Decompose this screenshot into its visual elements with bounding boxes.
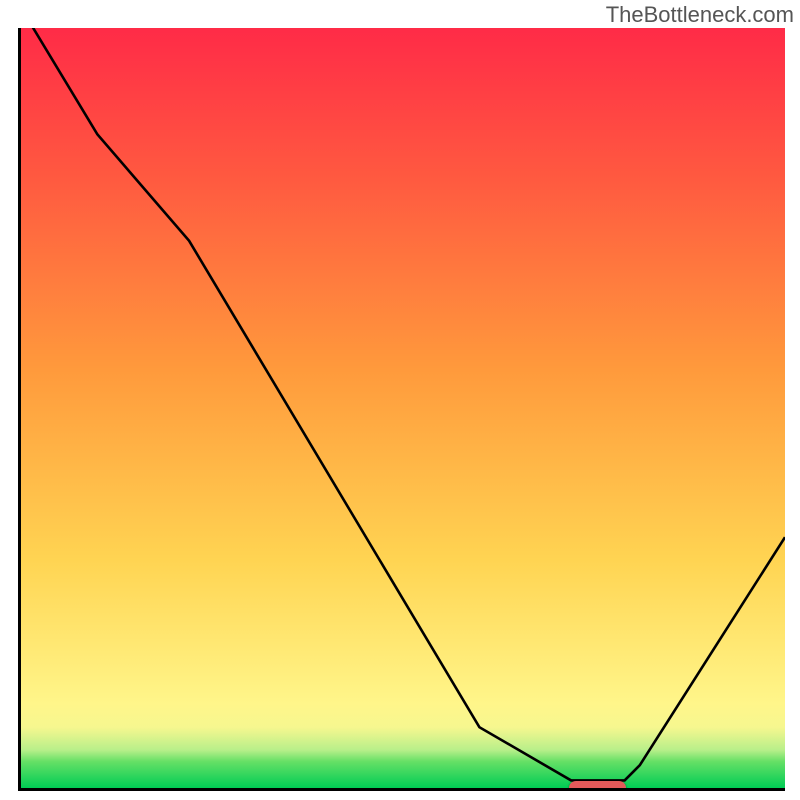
gradient-background bbox=[21, 28, 785, 788]
plot-area bbox=[18, 28, 785, 791]
optimal-marker bbox=[569, 781, 626, 791]
chart-svg bbox=[21, 28, 785, 788]
watermark-text: TheBottleneck.com bbox=[606, 2, 794, 28]
chart-container: TheBottleneck.com bbox=[0, 0, 800, 800]
